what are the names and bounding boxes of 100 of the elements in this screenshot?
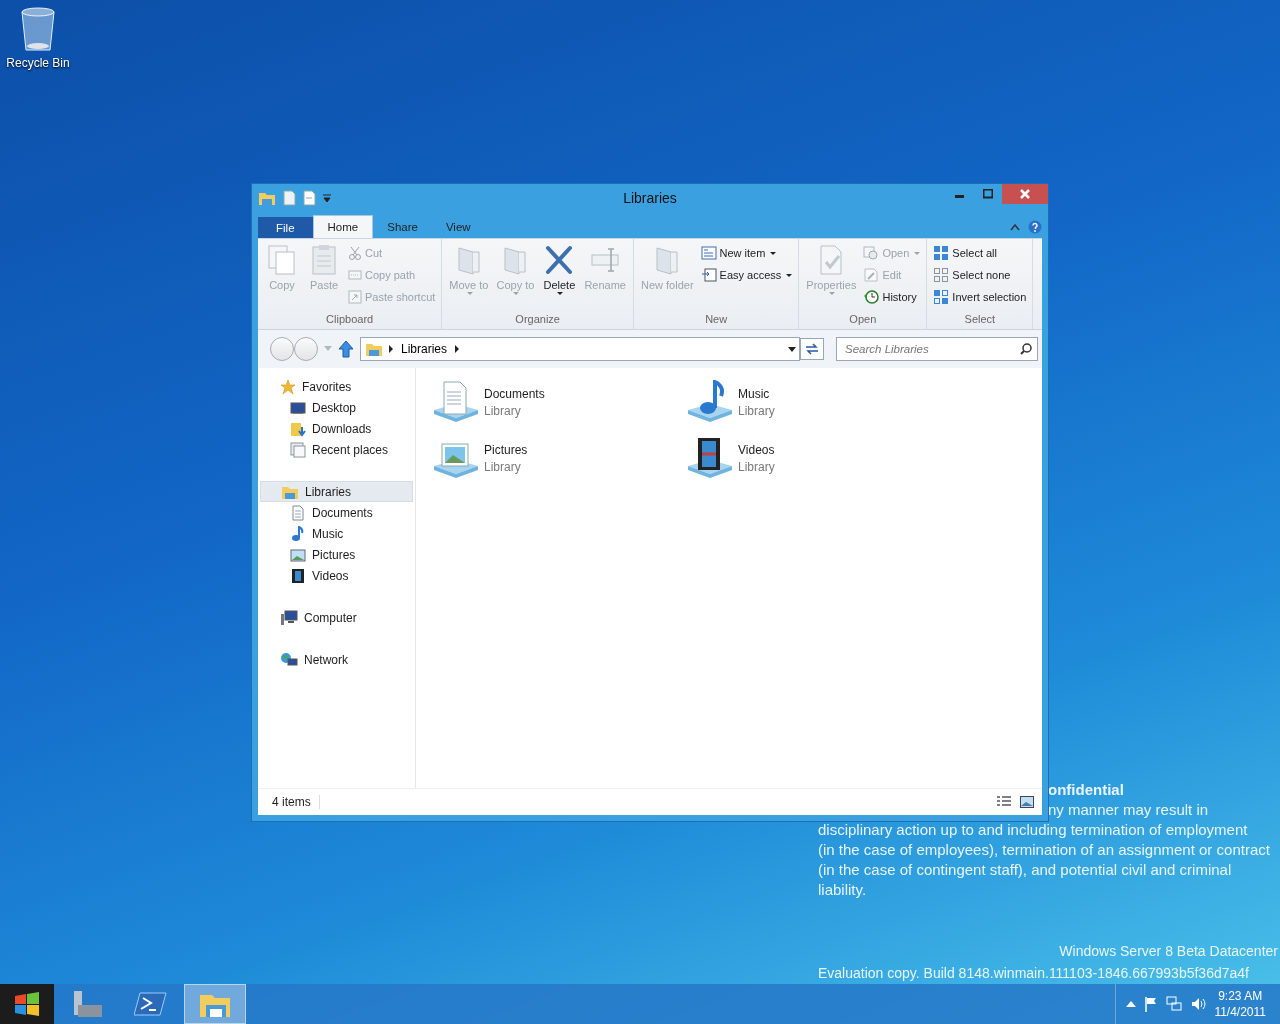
ribbon-group-label: Select xyxy=(963,313,997,327)
file-menu-button[interactable]: File xyxy=(258,217,313,238)
select-none-icon xyxy=(933,268,950,282)
search-field[interactable]: Search Libraries xyxy=(836,337,1038,361)
start-button[interactable] xyxy=(0,984,54,1024)
item-name: Music xyxy=(738,386,771,401)
nav-item[interactable]: Music xyxy=(260,523,413,544)
ribbon-button[interactable]: Easy access xyxy=(698,264,795,286)
close-button[interactable] xyxy=(1002,184,1048,204)
network-icon[interactable] xyxy=(1166,996,1183,1012)
nav-item[interactable]: Pictures xyxy=(260,544,413,565)
library-item[interactable]: Videos Library xyxy=(686,430,940,486)
ribbon-button[interactable]: Delete xyxy=(539,242,580,313)
recycle-bin-icon[interactable] xyxy=(18,6,58,52)
ribbon-group-label: Clipboard xyxy=(325,313,375,327)
music-library-icon xyxy=(686,380,734,424)
pencil-icon xyxy=(863,268,880,282)
notice-text: ny manner may result in xyxy=(1048,800,1209,820)
edition-text: Windows Server 8 Beta Datacenter xyxy=(1058,942,1278,961)
address-field[interactable]: Libraries xyxy=(360,337,800,361)
nav-item[interactable]: Documents xyxy=(260,502,413,523)
taskbar-button[interactable] xyxy=(184,984,246,1024)
large-icons-view-icon[interactable] xyxy=(1020,796,1034,808)
nav-item[interactable]: Recent places xyxy=(260,439,413,460)
delete-x-icon xyxy=(544,244,575,276)
flag-icon[interactable] xyxy=(1144,996,1159,1012)
item-type: Library xyxy=(738,403,775,418)
ribbon-tab[interactable]: Home xyxy=(312,215,374,238)
easy-access-icon xyxy=(700,268,717,282)
refresh-button[interactable] xyxy=(800,338,824,360)
collapse-ribbon-icon[interactable] xyxy=(1010,223,1020,231)
nav-item[interactable]: Videos xyxy=(260,565,413,586)
invert-selection-icon xyxy=(933,290,950,304)
desktop-icon-label[interactable]: Recycle Bin xyxy=(6,56,70,70)
item-name: Videos xyxy=(738,442,775,457)
notice-text: (in the case of employees), termination of an assignment or contract xyxy=(818,840,1270,860)
library-folder-icon xyxy=(365,341,383,357)
ribbon-button[interactable]: New item xyxy=(698,242,795,264)
document-library-icon xyxy=(432,380,480,424)
help-icon[interactable] xyxy=(1028,220,1042,234)
clock-icon xyxy=(863,290,880,304)
scissors-icon xyxy=(348,246,362,260)
clock[interactable]: 9:23 AM 11/4/2011 xyxy=(1214,988,1266,1020)
ribbon-group-label: Organize xyxy=(514,313,561,327)
item-type: Library xyxy=(484,459,522,474)
caret-icon xyxy=(770,251,777,255)
item-type: Library xyxy=(484,403,522,418)
close-icon xyxy=(1020,189,1030,199)
nav-item[interactable]: Favorites xyxy=(260,376,413,397)
picture-icon xyxy=(290,546,306,563)
new-folder-icon[interactable] xyxy=(302,189,316,206)
videos-library-icon xyxy=(686,436,734,480)
ribbon-group-label: Open xyxy=(848,313,878,327)
computer-icon xyxy=(280,609,298,626)
chevron-icon[interactable] xyxy=(389,345,393,353)
breadcrumb[interactable]: Libraries xyxy=(399,342,450,356)
library-item[interactable]: Pictures Library xyxy=(432,430,686,486)
item-type: Library xyxy=(738,459,775,474)
up-arrow-icon[interactable] xyxy=(338,340,354,358)
library-item[interactable]: Documents Library xyxy=(432,374,686,430)
nav-item[interactable]: Computer xyxy=(260,607,413,628)
nav-item[interactable]: Desktop xyxy=(260,397,413,418)
nav-item[interactable]: Downloads xyxy=(260,418,413,439)
caret-icon xyxy=(513,292,520,295)
ribbon-button[interactable]: History xyxy=(861,286,923,308)
dropdown-icon[interactable] xyxy=(785,344,799,354)
item-count: 4 items xyxy=(272,795,320,809)
nav-item[interactable]: Libraries xyxy=(260,481,413,502)
ribbon-group-label: New xyxy=(704,313,729,327)
select-all-icon xyxy=(933,246,950,260)
item-name: Documents xyxy=(484,386,545,401)
clock-date: 11/4/2011 xyxy=(1214,1004,1266,1020)
ribbon-tab[interactable]: View xyxy=(431,216,485,238)
item-name: Pictures xyxy=(484,442,528,457)
properties-icon[interactable] xyxy=(282,189,296,206)
ribbon-button[interactable]: Select all xyxy=(931,242,1029,264)
ribbon-button[interactable]: Invert selection xyxy=(931,286,1029,308)
recent-places-icon xyxy=(290,441,306,458)
maximize-icon xyxy=(983,189,993,199)
notice-text: liability. xyxy=(818,880,867,900)
path-icon xyxy=(348,268,362,282)
shortcut-icon xyxy=(348,290,362,304)
film-icon xyxy=(290,567,306,584)
copy-icon xyxy=(267,244,297,276)
star-icon xyxy=(280,378,296,395)
show-hidden-icons-icon[interactable] xyxy=(1126,1000,1137,1008)
new-item-icon xyxy=(700,246,717,260)
monitor-icon xyxy=(290,399,306,416)
refresh-icon xyxy=(804,342,820,356)
network-globe-icon xyxy=(280,651,298,668)
nav-item[interactable]: Network xyxy=(260,649,413,670)
details-view-icon[interactable] xyxy=(996,796,1012,808)
powershell-icon xyxy=(134,989,168,1019)
speaker-icon[interactable] xyxy=(1190,996,1207,1012)
ribbon-tab[interactable]: Share xyxy=(373,216,432,238)
chevron-icon[interactable] xyxy=(455,345,460,353)
caret-icon xyxy=(466,292,473,295)
library-item[interactable]: Music Library xyxy=(686,374,940,430)
open-icon xyxy=(863,246,880,260)
ribbon-button[interactable]: Select none xyxy=(931,264,1029,286)
